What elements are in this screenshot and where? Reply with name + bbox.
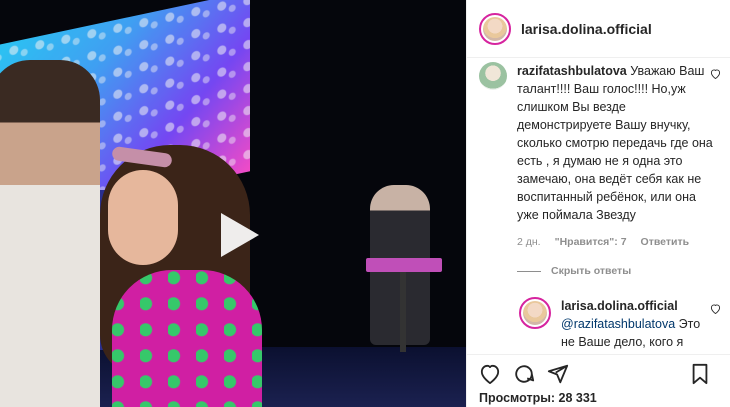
post-actions: Просмотры: 28 331 (467, 354, 730, 407)
reply-username[interactable]: larisa.dolina.official (561, 299, 678, 313)
views-count[interactable]: Просмотры: 28 331 (479, 391, 721, 405)
heart-icon[interactable] (479, 364, 501, 384)
comment-time[interactable]: 2 дн. (517, 233, 541, 251)
heart-icon[interactable] (710, 69, 721, 79)
reply-comment: larisa.dolina.official @razifatashbulato… (507, 293, 730, 354)
commenter-avatar[interactable] (479, 62, 507, 90)
reply-body: larisa.dolina.official @razifatashbulato… (561, 297, 717, 354)
reply-thread: larisa.dolina.official @razifatashbulato… (507, 293, 730, 354)
reply-button[interactable]: Ответить (641, 233, 690, 251)
person-foreground (0, 60, 100, 407)
action-icons (479, 363, 721, 385)
comment-likes[interactable]: "Нравится": 7 (555, 233, 627, 251)
comment-username[interactable]: razifatashbulatova (517, 64, 627, 78)
girl-dress (112, 270, 262, 407)
comment-text: Уважаю Ваш талант!!!! Ваш голос!!!! Но,у… (517, 64, 713, 222)
comment-meta: 2 дн. "Нравится": 7 Ответить (517, 233, 713, 251)
reply-avatar[interactable] (519, 297, 551, 329)
reply-mention[interactable]: @razifatashbulatova (561, 317, 675, 331)
video-player[interactable] (0, 0, 466, 407)
avatar[interactable] (479, 12, 511, 45)
post-sidebar: larisa.dolina.official razifatashbulatov… (466, 0, 730, 407)
comments-list[interactable]: razifatashbulatova Уважаю Ваш талант!!!!… (467, 58, 730, 354)
share-icon[interactable] (547, 363, 569, 385)
post-username[interactable]: larisa.dolina.official (521, 21, 652, 37)
comment: razifatashbulatova Уважаю Ваш талант!!!!… (467, 58, 730, 251)
play-icon[interactable] (209, 209, 261, 261)
hide-replies-button[interactable]: Скрыть ответы (517, 265, 730, 277)
keyboard-instrument (366, 258, 442, 272)
post-header: larisa.dolina.official (467, 0, 730, 58)
girl-face (108, 170, 178, 265)
comment-body: razifatashbulatova Уважаю Ваш талант!!!!… (517, 62, 713, 251)
comment-icon[interactable] (513, 363, 535, 385)
heart-icon[interactable] (710, 304, 721, 314)
bookmark-icon[interactable] (691, 363, 709, 385)
divider-line (517, 270, 541, 272)
keyboard-stand (400, 272, 406, 352)
hide-replies-label: Скрыть ответы (551, 265, 632, 277)
